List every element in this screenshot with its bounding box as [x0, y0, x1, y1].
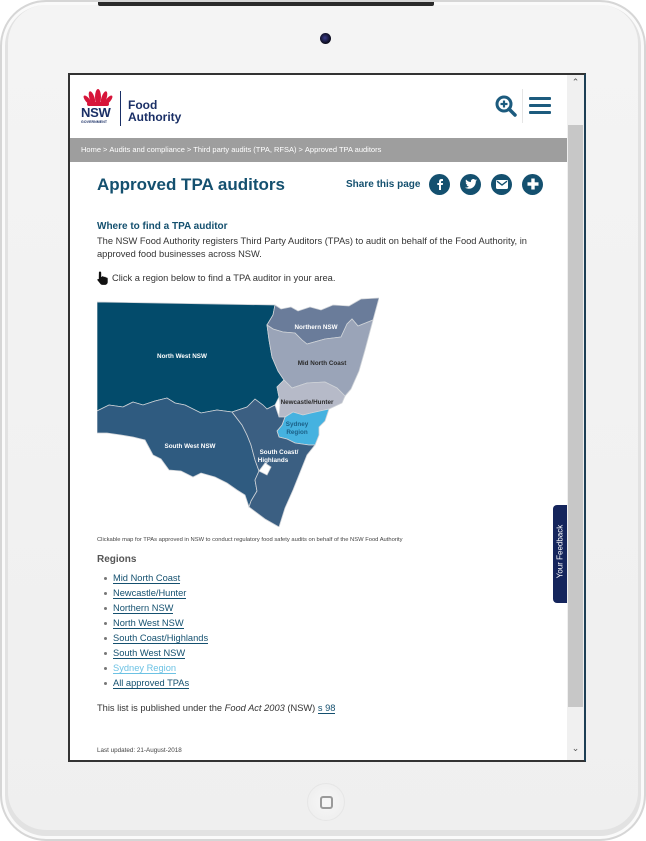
region-link-newcastle-hunter[interactable]: Newcastle/Hunter: [113, 588, 187, 599]
region-link-sydney-region[interactable]: Sydney Region: [113, 663, 177, 674]
map-hint-text: Click a region below to find a TPA audit…: [112, 273, 336, 283]
region-link-northern-nsw[interactable]: Northern NSW: [113, 603, 174, 614]
site-header: NSW GOVERNMENT Food Authority: [70, 75, 567, 138]
feedback-tab-label: Your Feedback: [555, 524, 565, 579]
breadcrumb-separator: >: [103, 145, 108, 154]
scroll-up-chevron-icon[interactable]: ⌃: [567, 77, 584, 91]
nsw-region-map: North West NSW Northern NSW Mid North Co…: [97, 297, 379, 527]
published-prefix: This list is published under the: [97, 703, 225, 713]
plus-icon: [527, 178, 539, 190]
twitter-icon: [464, 179, 477, 189]
tablet-frame: NSW GOVERNMENT Food Authority Home > Aud…: [0, 0, 646, 841]
breadcrumb-separator: >: [186, 145, 192, 154]
breadcrumb: Home > Audits and compliance > Third party a…: [70, 138, 567, 162]
list-item: Sydney Region: [104, 661, 208, 676]
breadcrumb-home[interactable]: Home: [81, 145, 101, 154]
list-item: Newcastle/Hunter: [104, 586, 208, 601]
facebook-icon: [437, 179, 443, 190]
share-more-button[interactable]: [522, 173, 544, 195]
region-link-north-west-nsw[interactable]: North West NSW: [113, 618, 184, 629]
search-button[interactable]: [495, 95, 517, 117]
map-caption: Clickable map for TPAs approved in NSW t…: [97, 537, 403, 543]
home-square-icon: [320, 796, 333, 809]
scrollbar-thumb[interactable]: [568, 125, 583, 707]
last-updated: Last updated: 21-August-2018: [97, 747, 182, 754]
region-link-list: Mid North Coast Newcastle/Hunter Norther…: [104, 571, 209, 691]
web-page: NSW GOVERNMENT Food Authority Home > Aud…: [70, 75, 567, 760]
logo-divider: [120, 91, 121, 126]
screen: NSW GOVERNMENT Food Authority Home > Aud…: [68, 73, 586, 762]
pointing-hand-icon: [97, 271, 108, 285]
nsw-food-authority-logo[interactable]: NSW GOVERNMENT Food Authority: [80, 88, 190, 128]
published-act: Food Act 2003: [224, 703, 285, 713]
share-twitter-button[interactable]: [460, 173, 482, 195]
breadcrumb-third-party-audits[interactable]: Third party audits (TPA, RFSA): [193, 145, 296, 154]
share-bar: Share this page: [346, 173, 553, 195]
list-item: All approved TPAs: [104, 676, 208, 691]
list-item: Mid North Coast: [104, 571, 208, 586]
menu-button[interactable]: [529, 97, 551, 115]
list-item: South West NSW: [104, 646, 208, 661]
breadcrumb-audits-and-compliance[interactable]: Audits and compliance: [109, 145, 184, 154]
region-link-south-coast-highlands[interactable]: South Coast/Highlands: [113, 633, 209, 644]
published-note: This list is published under the Food Ac…: [97, 703, 336, 714]
header-divider: [522, 89, 523, 123]
breadcrumb-current: Approved TPA auditors: [304, 145, 382, 154]
home-button[interactable]: [307, 783, 345, 821]
device-power-edge: [98, 2, 434, 6]
camera-icon: [320, 33, 331, 44]
share-label: Share this page: [346, 178, 421, 190]
logo-government-text: GOVERNMENT: [81, 120, 108, 124]
region-link-south-west-nsw[interactable]: South West NSW: [113, 648, 186, 659]
share-email-button[interactable]: [491, 173, 513, 195]
region-link-mid-north-coast[interactable]: Mid North Coast: [113, 573, 181, 584]
map-hint: Click a region below to find a TPA audit…: [97, 271, 335, 285]
list-item: South Coast/Highlands: [104, 631, 209, 646]
feedback-tab[interactable]: Your Feedback: [553, 505, 568, 603]
list-item: Northern NSW: [104, 601, 208, 616]
published-middle: (NSW): [284, 703, 318, 713]
vertical-scrollbar[interactable]: ⌃ ⌄: [567, 75, 584, 760]
email-icon: [495, 179, 508, 189]
region-link-all-approved-tpas[interactable]: All approved TPAs: [113, 678, 190, 689]
scroll-down-chevron-icon[interactable]: ⌄: [567, 743, 584, 757]
search-plus-icon: [495, 95, 517, 117]
intro-paragraph: The NSW Food Authority registers Third P…: [97, 236, 527, 259]
logo-nsw-text: NSW: [81, 105, 111, 120]
section-98-link[interactable]: s 98: [317, 703, 336, 714]
list-item: North West NSW: [104, 616, 208, 631]
section-heading: Where to find a TPA auditor: [97, 221, 228, 232]
logo-agency-line2: Authority: [128, 110, 182, 124]
waratah-icon: [83, 89, 113, 106]
share-facebook-button[interactable]: [429, 173, 451, 195]
map-region-north-west-nsw[interactable]: [97, 301, 285, 414]
breadcrumb-separator: >: [298, 145, 303, 154]
page-title: Approved TPA auditors: [97, 175, 285, 194]
regions-heading: Regions: [97, 554, 137, 565]
logo-agency-text: Food Authority: [128, 99, 181, 123]
hamburger-menu-icon: [529, 97, 551, 114]
